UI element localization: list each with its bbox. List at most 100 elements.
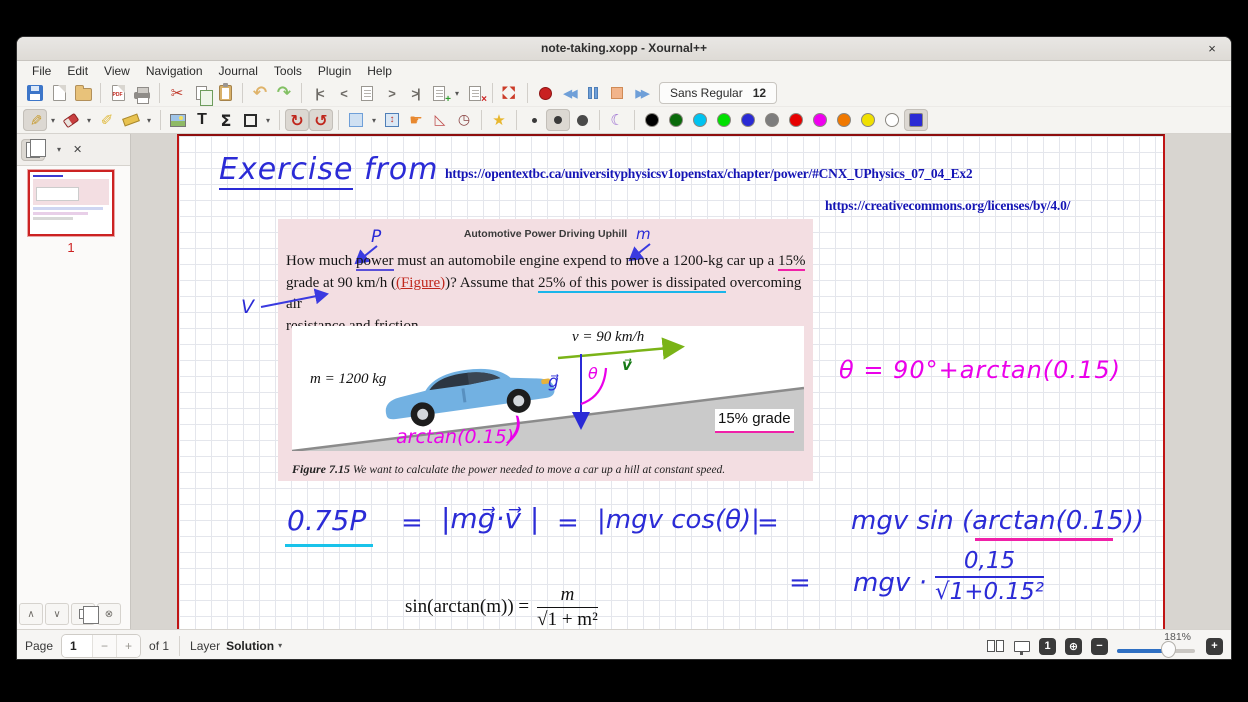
delete-page-icon[interactable]: × xyxy=(463,82,487,104)
menu-plugin[interactable]: Plugin xyxy=(311,63,358,79)
highlighter-icon[interactable]: ✐ xyxy=(95,109,119,131)
layer-select[interactable]: Solution xyxy=(226,639,274,653)
previous-page-icon[interactable]: < xyxy=(331,82,355,104)
color-red[interactable] xyxy=(784,109,808,131)
font-button[interactable]: Sans Regular 12 xyxy=(659,82,777,104)
source-link[interactable]: https://opentextbc.ca/universityphysicsv… xyxy=(445,166,972,182)
document-page[interactable]: Exercise from https://opentextbc.ca/univ… xyxy=(177,134,1165,629)
page-thumbnail[interactable] xyxy=(28,170,114,236)
zoom-fit-button[interactable]: ⊕ xyxy=(1065,638,1082,655)
color-magenta[interactable] xyxy=(808,109,832,131)
stylus-extras-icon[interactable]: ★ xyxy=(487,109,511,131)
page-preview-tab-icon[interactable] xyxy=(21,139,45,161)
line-thick-icon[interactable] xyxy=(570,109,594,131)
color-white[interactable] xyxy=(880,109,904,131)
layer-label: Layer xyxy=(190,639,220,653)
insert-image-icon[interactable] xyxy=(166,109,190,131)
duplicate-page-icon[interactable] xyxy=(71,603,95,625)
first-page-icon[interactable]: |< xyxy=(307,82,331,104)
page-decrement-button[interactable]: − xyxy=(92,635,116,657)
zoom-in-button[interactable]: + xyxy=(1206,638,1223,655)
pause-icon[interactable] xyxy=(581,82,605,104)
next-page-icon[interactable]: > xyxy=(379,82,403,104)
scroll-down-icon[interactable]: ∨ xyxy=(45,603,69,625)
zoom-100-button[interactable]: 1 xyxy=(1039,638,1056,655)
print-icon[interactable] xyxy=(130,82,154,104)
open-folder-icon[interactable] xyxy=(71,82,95,104)
insert-math-tex-icon[interactable]: Σ xyxy=(214,109,238,131)
fullscreen-icon[interactable]: ◤◥◣◢ xyxy=(498,82,522,104)
exercise-title: Automotive Power Driving Uphill xyxy=(278,228,813,240)
color-dark-green[interactable] xyxy=(664,109,688,131)
insert-text-icon[interactable]: T xyxy=(190,109,214,131)
presentation-mode-icon[interactable] xyxy=(1014,641,1030,652)
vertical-space-icon[interactable]: ↕ xyxy=(380,109,404,131)
rewind-icon[interactable]: ◀◀ xyxy=(557,82,581,104)
menu-help[interactable]: Help xyxy=(360,63,399,79)
color-green[interactable] xyxy=(712,109,736,131)
sidebar-close-icon[interactable]: ✕ xyxy=(73,143,82,156)
export-pdf-icon[interactable] xyxy=(106,82,130,104)
sidebar-dropdown-icon[interactable]: ▾ xyxy=(53,139,65,161)
color-orange[interactable] xyxy=(832,109,856,131)
goto-page-icon[interactable] xyxy=(355,82,379,104)
close-icon[interactable]: × xyxy=(1203,40,1221,58)
rect-selection-icon[interactable] xyxy=(344,109,368,131)
last-page-icon[interactable]: >| xyxy=(403,82,427,104)
scroll-up-icon[interactable]: ∧ xyxy=(19,603,43,625)
color-blue[interactable] xyxy=(736,109,760,131)
page-number-input[interactable] xyxy=(62,635,92,657)
paste-icon[interactable] xyxy=(213,82,237,104)
selection-dropdown-icon[interactable]: ▾ xyxy=(368,109,380,131)
canvas-area[interactable]: Exercise from https://opentextbc.ca/univ… xyxy=(131,134,1231,629)
page-label: Page xyxy=(25,639,53,653)
color-black[interactable] xyxy=(640,109,664,131)
fill-icon[interactable]: ☾ xyxy=(605,109,629,131)
select-marker-icon[interactable] xyxy=(119,109,143,131)
figure-link[interactable]: (Figure) xyxy=(396,275,445,291)
color-picker-icon[interactable] xyxy=(904,109,928,131)
menu-edit[interactable]: Edit xyxy=(60,63,95,79)
new-file-icon[interactable] xyxy=(47,82,71,104)
pen-icon[interactable]: ✎ xyxy=(23,109,47,131)
copy-icon[interactable] xyxy=(189,82,213,104)
hand-tool-icon[interactable]: ☛ xyxy=(404,109,428,131)
zoom-out-button[interactable]: − xyxy=(1091,638,1108,655)
dual-page-view-icon[interactable] xyxy=(985,638,1005,654)
forward-icon[interactable]: ▶▶ xyxy=(629,82,653,104)
cut-icon[interactable]: ✂ xyxy=(165,82,189,104)
draw-shape-icon[interactable] xyxy=(238,109,262,131)
line-thin-icon[interactable] xyxy=(522,109,546,131)
line-medium-icon[interactable] xyxy=(546,109,570,131)
stop-icon[interactable] xyxy=(605,82,629,104)
zoom-slider[interactable]: 181% xyxy=(1117,630,1197,660)
save-icon[interactable] xyxy=(23,82,47,104)
compass-icon[interactable]: ◷ xyxy=(452,109,476,131)
delete-thumbnail-icon[interactable]: ⊗ xyxy=(97,603,121,625)
menu-file[interactable]: File xyxy=(25,63,58,79)
eraser-dropdown-icon[interactable]: ▾ xyxy=(83,109,95,131)
menu-journal[interactable]: Journal xyxy=(212,63,265,79)
color-cyan[interactable] xyxy=(688,109,712,131)
record-audio-icon[interactable] xyxy=(533,82,557,104)
menu-view[interactable]: View xyxy=(97,63,137,79)
add-page-dropdown-icon[interactable]: ▾ xyxy=(451,82,463,104)
shape-dropdown-icon[interactable]: ▾ xyxy=(262,109,274,131)
shape-recognizer-icon[interactable]: ↻ xyxy=(285,109,309,131)
zoom-slider-thumb[interactable] xyxy=(1161,641,1176,658)
menu-tools[interactable]: Tools xyxy=(267,63,309,79)
license-link[interactable]: https://creativecommons.org/licenses/by/… xyxy=(825,198,1070,214)
eraser-icon[interactable] xyxy=(59,109,83,131)
page-increment-button[interactable]: + xyxy=(116,635,140,657)
pen-dropdown-icon[interactable]: ▾ xyxy=(47,109,59,131)
layer-dropdown-icon[interactable]: ▾ xyxy=(274,635,286,657)
add-page-icon[interactable]: + xyxy=(427,82,451,104)
snap-rotation-icon[interactable]: ↺ xyxy=(309,109,333,131)
color-gray[interactable] xyxy=(760,109,784,131)
menu-navigation[interactable]: Navigation xyxy=(139,63,210,79)
marker-dropdown-icon[interactable]: ▾ xyxy=(143,109,155,131)
color-yellow[interactable] xyxy=(856,109,880,131)
setsquare-icon[interactable]: ◺ xyxy=(428,109,452,131)
redo-icon[interactable]: ↷ xyxy=(272,82,296,104)
undo-icon[interactable]: ↶ xyxy=(248,82,272,104)
